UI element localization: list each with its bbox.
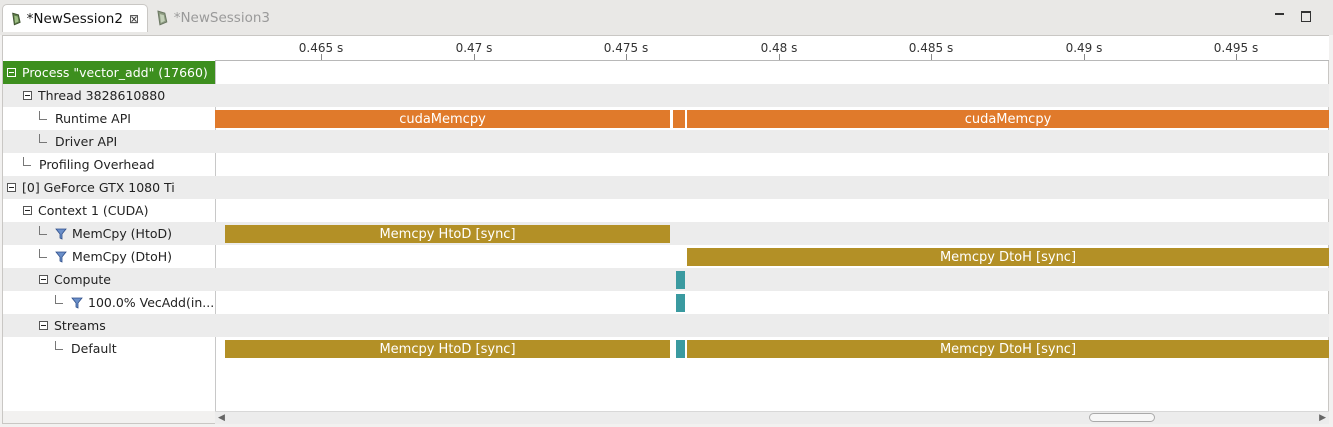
kernel-bar[interactable] [676,294,685,312]
tree-row-label: [0] GeForce GTX 1080 Ti [22,180,175,195]
timeline-area[interactable]: cudaMemcpy cudaMemcpy Memcpy HtoD [sync] Me… [215,60,1329,411]
tree-row[interactable]: Process "vector_add" (17660) [3,61,215,84]
time-ruler[interactable]: 0.465 s 0.47 s 0.475 s 0.48 s 0.485 s 0.49 s 0… [215,36,1329,61]
collapse-icon[interactable] [39,275,48,284]
editor-tab-bar: *NewSession2 ⊠ *NewSession3 [0,0,1333,35]
tree-row[interactable]: Compute [3,268,215,291]
timeline-row [215,291,1329,314]
kernel-bar[interactable] [676,271,685,289]
tree-row-label: MemCpy (DtoH) [72,249,173,264]
ruler-tick-label: 0.475 s [603,41,649,55]
timeline-row [215,199,1329,222]
tree-row-label: MemCpy (HtoD) [72,226,173,241]
tree-row[interactable]: Thread 3828610880 [3,84,215,107]
timeline-row [215,61,1329,84]
tree-footer [3,411,215,423]
tree-connector-icon [39,134,47,143]
timeline-row [215,314,1329,337]
tree-row-label: Default [71,341,117,356]
tree-row-label: Compute [54,272,112,287]
timeline-row [215,176,1329,199]
tree-connector-icon [55,341,63,350]
tree-row[interactable]: Profiling Overhead [3,153,215,176]
tree-row-label: 100.0% VecAdd(in... [88,295,215,310]
kernel-bar[interactable] [676,340,685,358]
tree-row-label: Process "vector_add" (17660) [22,65,208,80]
collapse-icon[interactable] [23,91,32,100]
filter-icon [55,251,67,263]
timeline-row: Memcpy DtoH [sync] [215,245,1329,268]
tree-row-label: Thread 3828610880 [38,88,166,103]
ruler-tick-label: 0.485 s [908,41,954,55]
collapse-icon[interactable] [23,206,32,215]
tree-row[interactable]: 100.0% VecAdd(in... [3,291,215,314]
scroll-thumb[interactable] [1089,413,1155,422]
tree-connector-icon [39,226,47,235]
ruler-tick-label: 0.48 s [760,41,798,55]
timeline-row [215,130,1329,153]
timeline-row: Memcpy HtoD [sync] [215,222,1329,245]
scroll-left-icon[interactable]: ◀ [218,413,225,423]
collapse-icon[interactable] [7,183,16,192]
tree-row[interactable]: Streams [3,314,215,337]
session-icon [157,10,168,26]
memcpy-htod-bar[interactable]: Memcpy HtoD [sync] [225,340,670,358]
scroll-right-icon[interactable]: ▶ [1319,413,1326,423]
tree-row[interactable]: Driver API [3,130,215,153]
minimize-icon[interactable] [1274,10,1286,22]
maximize-icon[interactable] [1300,10,1312,22]
timeline-row: Memcpy HtoD [sync] Memcpy DtoH [sync] [215,337,1329,360]
api-call-bar[interactable] [673,110,685,128]
filter-icon [55,228,67,240]
filter-icon [71,297,83,309]
tree-row[interactable]: Default [3,337,215,360]
timeline-row [215,268,1329,291]
memcpy-htod-bar[interactable]: Memcpy HtoD [sync] [225,225,670,243]
tree-row[interactable]: Context 1 (CUDA) [3,199,215,222]
cudamemcpy-bar[interactable]: cudaMemcpy [215,110,670,128]
tree-row-label: Streams [54,318,106,333]
tree-connector-icon [23,157,31,166]
tab-newsession2[interactable]: *NewSession2 ⊠ [2,4,148,32]
tab-label: *NewSession2 [26,10,123,27]
horizontal-scrollbar[interactable]: ◀ ▶ [215,411,1329,424]
tab-label: *NewSession3 [173,10,270,26]
tree-row[interactable]: [0] GeForce GTX 1080 Ti [3,176,215,199]
timeline-panel: Process "vector_add" (17660) Thread 38286… [2,35,1329,424]
tree-connector-icon [39,111,47,120]
timeline-row: cudaMemcpy cudaMemcpy [215,107,1329,130]
tree-row[interactable]: MemCpy (HtoD) [3,222,215,245]
close-icon[interactable]: ⊠ [129,12,139,26]
tree-row-label: Context 1 (CUDA) [38,203,149,218]
tree-row[interactable]: Runtime API [3,107,215,130]
collapse-icon[interactable] [7,68,16,77]
timeline-tree: Process "vector_add" (17660) Thread 38286… [3,36,216,411]
memcpy-dtoh-bar[interactable]: Memcpy DtoH [sync] [687,340,1329,358]
ruler-tick-label: 0.465 s [298,41,344,55]
timeline-row [215,153,1329,176]
memcpy-dtoh-bar[interactable]: Memcpy DtoH [sync] [687,248,1329,266]
tree-connector-icon [55,295,63,304]
ruler-tick-label: 0.49 s [1065,41,1103,55]
ruler-tick-label: 0.47 s [455,41,493,55]
tab-newsession3[interactable]: *NewSession3 [148,4,278,32]
session-icon [12,12,21,25]
tree-row-label: Driver API [55,134,118,149]
tree-row-label: Runtime API [55,111,131,126]
cudamemcpy-bar[interactable]: cudaMemcpy [687,110,1329,128]
tree-row-label: Profiling Overhead [39,157,155,172]
collapse-icon[interactable] [39,321,48,330]
tree-row[interactable]: MemCpy (DtoH) [3,245,215,268]
timeline-row [215,84,1329,107]
tree-connector-icon [39,249,47,258]
ruler-tick-label: 0.495 s [1213,41,1259,55]
